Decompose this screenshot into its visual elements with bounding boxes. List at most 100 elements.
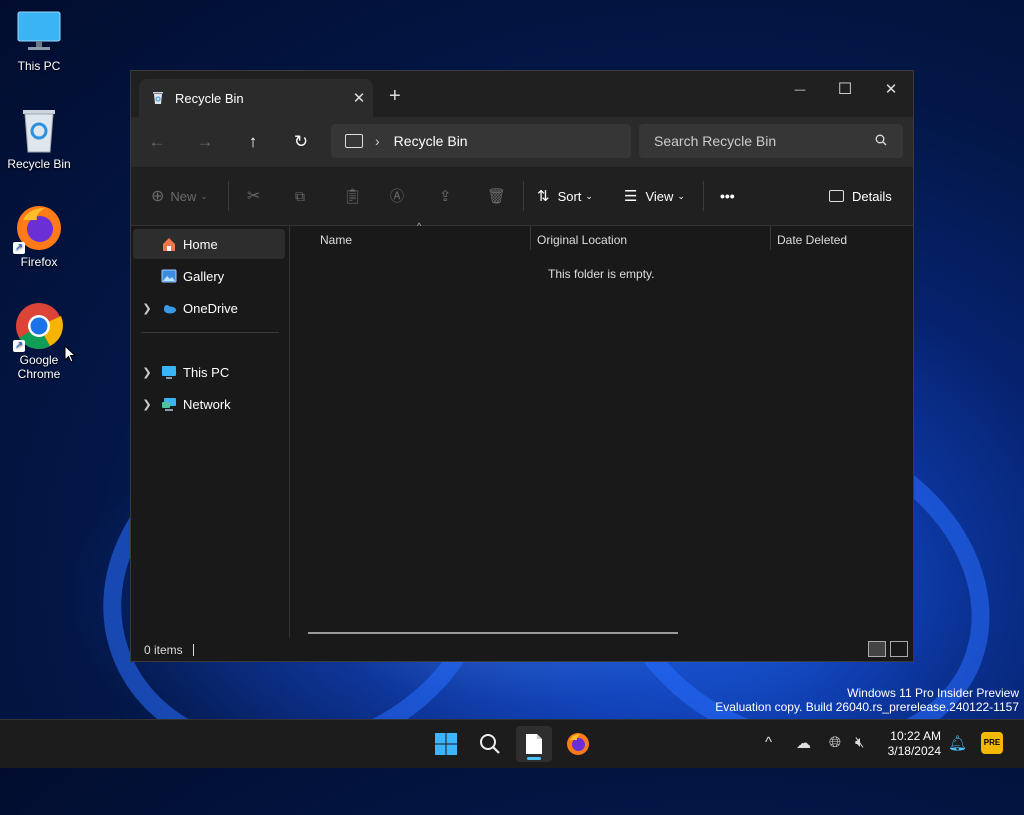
delete-icon[interactable]: 🗑︎ — [487, 167, 506, 225]
column-header-original-location[interactable]: Original Location — [537, 233, 627, 247]
notification-bell-icon[interactable]: 🔔︎ — [948, 734, 967, 752]
more-options-button[interactable]: ••• — [720, 167, 735, 225]
maximize-button[interactable]: ☐ — [822, 75, 868, 105]
file-explorer-icon — [526, 734, 542, 754]
empty-folder-message: This folder is empty. — [548, 267, 655, 281]
chevron-down-icon: ⌄ — [585, 190, 593, 201]
sort-icon: ⇅ — [537, 188, 550, 205]
chevron-right-icon[interactable]: ❯ — [133, 302, 161, 315]
rename-icon[interactable]: Ⓐ — [390, 167, 404, 225]
paste-icon[interactable]: 📋︎ — [343, 167, 362, 225]
details-label: Details — [852, 188, 892, 204]
taskbar-firefox[interactable] — [560, 726, 596, 762]
main-area: Home Gallery ❯ OneDrive ❯ This PC ❯ Netw… — [131, 221, 913, 638]
sort-button[interactable]: ⇅ Sort ⌄ — [537, 167, 593, 225]
large-icons-view-toggle[interactable] — [890, 641, 908, 657]
recycle-bin-icon — [15, 106, 63, 154]
search-button[interactable] — [472, 726, 508, 762]
back-arrow-icon[interactable]: ← — [143, 129, 171, 155]
cloud-icon — [161, 300, 177, 316]
firefox-icon: ↗ — [13, 204, 63, 254]
desktop-icon-label: Recycle Bin — [7, 157, 71, 171]
sidebar-item-this-pc[interactable]: ❯ This PC — [133, 357, 285, 387]
chevron-down-icon: ⌄ — [677, 190, 685, 201]
firefox-icon — [567, 733, 589, 755]
chevron-right-icon[interactable]: ❯ — [133, 366, 161, 379]
clock-time: 10:22 AM — [890, 729, 941, 743]
navigation-pane: Home Gallery ❯ OneDrive ❯ This PC ❯ Netw… — [131, 226, 290, 638]
file-list: Name ^ Original Location Date Deleted Th… — [290, 221, 913, 638]
network-icon — [161, 396, 177, 412]
sidebar-item-label: Home — [183, 236, 218, 252]
clock-date: 3/18/2024 — [887, 744, 941, 758]
new-button[interactable]: ⊕ New ⌄ — [151, 167, 208, 225]
search-input[interactable]: Search Recycle Bin — [639, 124, 903, 158]
refresh-icon[interactable]: ↻ — [287, 129, 315, 155]
sidebar-item-label: Network — [183, 396, 231, 412]
minimize-button[interactable]: — — [777, 75, 823, 105]
active-indicator — [527, 757, 541, 760]
column-headers: Name ^ Original Location Date Deleted — [290, 221, 913, 252]
sidebar-item-gallery[interactable]: Gallery — [133, 261, 285, 291]
details-button[interactable]: Details — [829, 167, 892, 225]
command-bar: ⊕ New ⌄ ✂ ⧉ 📋︎ Ⓐ ⇪ 🗑︎ ⇅ Sort ⌄ ☰ View ⌄ … — [131, 167, 913, 226]
sidebar-item-home[interactable]: Home — [133, 229, 285, 259]
close-button[interactable]: ✕ — [868, 75, 914, 105]
item-count: 0 items — [144, 643, 183, 657]
globe-icon[interactable]: 🌐︎ — [829, 734, 841, 751]
sidebar-item-network[interactable]: ❯ Network — [133, 389, 285, 419]
breadcrumb-item[interactable]: Recycle Bin — [394, 133, 468, 149]
speaker-muted-icon[interactable]: 🔇︎ — [855, 734, 864, 751]
desktop-icon-recycle-bin[interactable]: Recycle Bin — [0, 106, 78, 171]
column-header-date-deleted[interactable]: Date Deleted — [777, 233, 847, 247]
address-bar: ← → ↑ ↻ › Recycle Bin Search Recycle Bin — [131, 117, 913, 167]
chevron-right-icon[interactable]: ❯ — [133, 398, 161, 411]
insider-pre-badge-icon[interactable]: PRE — [981, 732, 1003, 754]
desktop-icon-label: Google Chrome — [17, 353, 61, 381]
search-placeholder: Search Recycle Bin — [654, 133, 777, 149]
start-button[interactable] — [428, 726, 464, 762]
details-pane-icon — [829, 190, 844, 202]
share-icon[interactable]: ⇪ — [439, 167, 452, 225]
desktop-icon-firefox[interactable]: ↗ Firefox — [0, 204, 78, 269]
shortcut-arrow-icon: ↗ — [13, 340, 25, 352]
new-tab-button[interactable]: + — [389, 85, 401, 108]
chrome-icon: ↗ — [13, 302, 63, 352]
toolbar-divider — [523, 181, 524, 211]
column-divider[interactable] — [530, 226, 531, 250]
file-explorer-window: Recycle Bin ✕ + — ☐ ✕ ← → ↑ ↻ › Recycle … — [130, 70, 914, 662]
close-tab-icon[interactable]: ✕ — [345, 89, 373, 107]
monitor-icon — [345, 134, 363, 148]
sidebar-divider — [141, 332, 279, 333]
monitor-icon — [161, 364, 177, 380]
sidebar-item-onedrive[interactable]: ❯ OneDrive — [133, 293, 285, 323]
search-icon — [875, 134, 903, 149]
status-bar: 0 items — [131, 638, 913, 661]
title-bar: Recycle Bin ✕ + — ☐ ✕ — [131, 71, 913, 117]
copy-icon[interactable]: ⧉ — [295, 167, 305, 225]
mouse-pointer-icon — [64, 344, 77, 368]
taskbar-file-explorer[interactable] — [516, 726, 552, 762]
column-header-name[interactable]: Name — [320, 233, 352, 247]
desktop-icon-this-pc[interactable]: This PC — [0, 8, 78, 73]
forward-arrow-icon[interactable]: → — [191, 129, 219, 155]
breadcrumb[interactable]: › Recycle Bin — [331, 124, 631, 158]
desktop-icon-label: Firefox — [20, 255, 58, 269]
up-arrow-icon[interactable]: ↑ — [239, 129, 267, 155]
tab-recycle-bin[interactable]: Recycle Bin ✕ — [139, 79, 373, 117]
list-view-icon: ☰ — [624, 188, 638, 205]
sort-label: Sort — [557, 188, 582, 204]
chevron-up-icon[interactable]: ^ — [765, 734, 772, 751]
onedrive-offline-icon[interactable]: ☁ — [796, 734, 811, 752]
column-divider[interactable] — [770, 226, 771, 250]
sort-ascending-icon: ^ — [417, 221, 422, 231]
desktop-icon-google-chrome[interactable]: ↗ Google Chrome — [0, 302, 78, 381]
view-button[interactable]: ☰ View ⌄ — [624, 167, 685, 225]
clock[interactable]: 10:22 AM 3/18/2024 — [888, 729, 941, 759]
details-view-toggle[interactable] — [868, 641, 886, 657]
desktop-icon-label: This PC — [17, 59, 61, 73]
cut-icon[interactable]: ✂ — [247, 167, 260, 225]
monitor-icon — [15, 8, 63, 56]
sidebar-item-label: Gallery — [183, 268, 225, 284]
horizontal-scrollbar[interactable] — [308, 632, 678, 634]
